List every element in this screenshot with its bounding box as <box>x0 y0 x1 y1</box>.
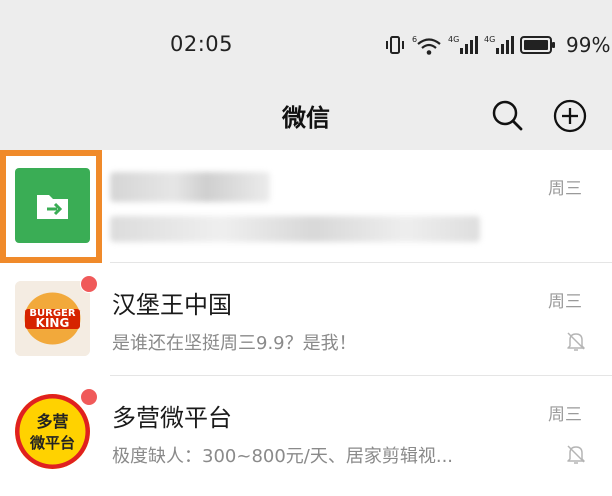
avatar: 多营 微平台 <box>15 394 90 469</box>
chat-name-redacted <box>110 172 270 202</box>
duoying-logo: 多营 微平台 <box>15 394 90 469</box>
unread-dot <box>80 388 98 406</box>
svg-text:多营: 多营 <box>36 412 68 431</box>
burger-king-logo: BURGER KING <box>15 281 90 356</box>
app-header: 微信 <box>0 88 612 148</box>
chat-name: 汉堡王中国 <box>112 291 232 319</box>
chat-name: 多营微平台 <box>112 404 232 432</box>
chat-time: 周三 <box>548 179 582 199</box>
mute-bell-icon <box>567 332 585 351</box>
svg-text:6: 6 <box>412 35 417 44</box>
search-icon <box>492 100 523 131</box>
avatar: BURGER KING <box>15 281 90 356</box>
search-button[interactable] <box>488 96 528 136</box>
battery-icon <box>520 36 555 54</box>
chat-preview: 是谁还在坚挺周三9.9？是我！ <box>112 333 357 354</box>
svg-text:4G: 4G <box>448 35 459 44</box>
status-time: 02:05 <box>170 32 234 56</box>
signal-4g-icon: 4G <box>484 35 514 54</box>
chat-time: 周三 <box>548 292 582 312</box>
chat-item-duoying[interactable]: 多营 微平台 多营微平台 极度缺人：300~800元/天、居家剪辑视... 周三 <box>0 376 612 496</box>
signal-4g-icon: 4G <box>448 35 478 54</box>
svg-text:微平台: 微平台 <box>29 434 75 452</box>
highlight-box <box>0 150 102 263</box>
add-button[interactable] <box>550 96 590 136</box>
battery-percent: 99% <box>566 33 611 57</box>
mute-bell-icon <box>567 445 585 464</box>
unread-dot <box>80 275 98 293</box>
chat-preview: 极度缺人：300~800元/天、居家剪辑视... <box>112 446 454 467</box>
status-icons: 6 4G 4G 99% <box>384 33 611 57</box>
status-bar: 02:05 6 4G 4G 99% <box>0 0 612 90</box>
vibrate-icon <box>386 36 404 54</box>
wifi-icon: 6 <box>412 35 441 55</box>
svg-text:KING: KING <box>36 316 70 330</box>
chat-time: 周三 <box>548 405 582 425</box>
plus-circle-icon <box>553 99 587 133</box>
chat-item-burger-king[interactable]: BURGER KING 汉堡王中国 是谁还在坚挺周三9.9？是我！ 周三 <box>0 263 612 375</box>
svg-text:4G: 4G <box>484 35 495 44</box>
chat-preview-redacted <box>110 216 480 242</box>
